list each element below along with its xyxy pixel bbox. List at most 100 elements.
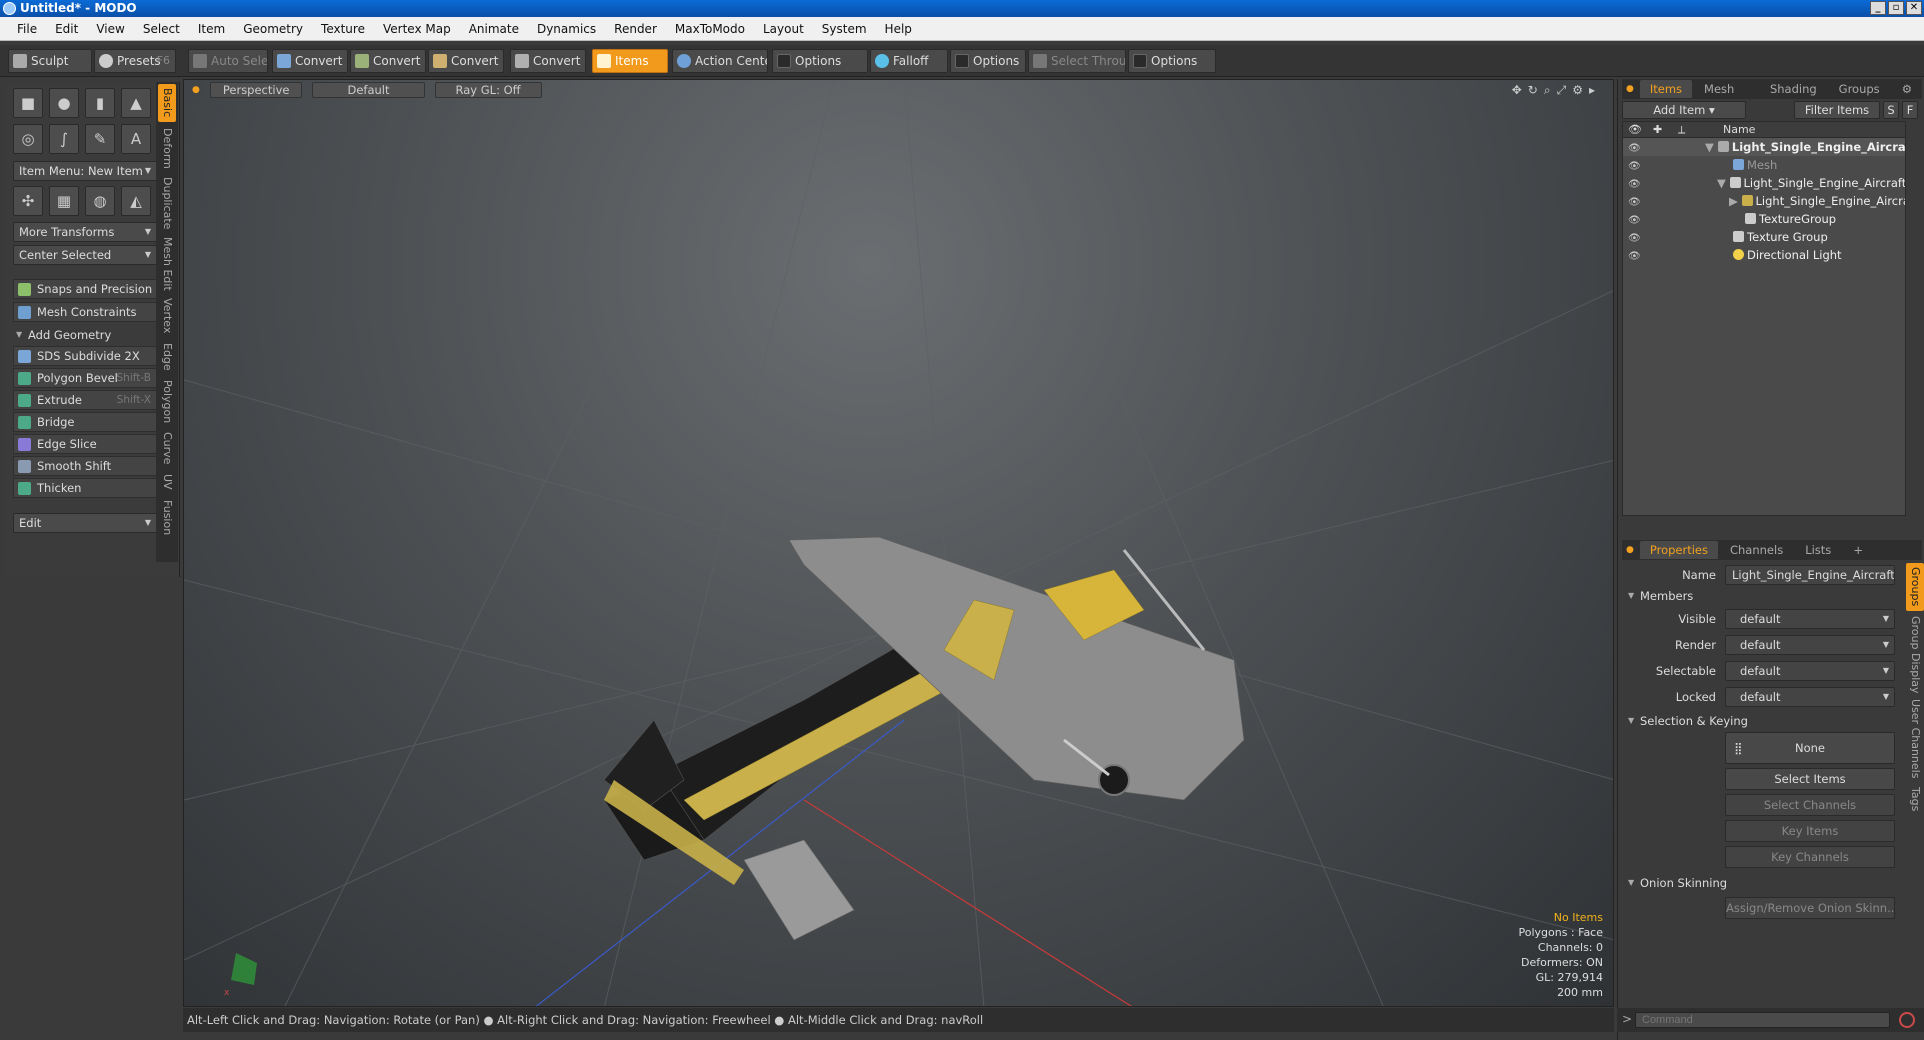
f-toggle-button[interactable]: F: [1902, 101, 1918, 119]
bridge-button[interactable]: Bridge: [13, 412, 157, 432]
menu-render[interactable]: Render: [605, 22, 666, 36]
eye-icon[interactable]: 👁: [1628, 248, 1641, 264]
menu-layout[interactable]: Layout: [754, 22, 813, 36]
menu-texture[interactable]: Texture: [312, 22, 374, 36]
tab-tags[interactable]: Tags: [1906, 783, 1924, 815]
eye-icon[interactable]: 👁: [1628, 230, 1641, 246]
chevron-right-icon[interactable]: ▸: [1589, 83, 1595, 98]
menu-select[interactable]: Select: [134, 22, 189, 36]
sphere-icon[interactable]: ●: [49, 88, 79, 118]
visible-select[interactable]: default: [1725, 609, 1895, 629]
menu-animate[interactable]: Animate: [460, 22, 528, 36]
eye-icon[interactable]: 👁: [1628, 158, 1641, 174]
item-row[interactable]: 👁 ▼ Light_Single_Engine_Aircraft_...: [1623, 174, 1905, 192]
name-field[interactable]: Light_Single_Engine_Aircraft_Ger: [1725, 565, 1895, 585]
perspective-button[interactable]: Perspective: [209, 82, 303, 98]
sds-subdivide-button[interactable]: SDS Subdivide 2X: [13, 346, 157, 366]
panel-menu-dot[interactable]: ●: [1622, 80, 1638, 98]
select-items-button[interactable]: Select Items: [1725, 768, 1895, 790]
action-center-button[interactable]: Action Center: [672, 49, 768, 73]
tab-mesh-edit[interactable]: Mesh Edit: [158, 236, 176, 292]
item-row[interactable]: 👁 Directional Light: [1623, 246, 1905, 264]
thicken-button[interactable]: Thicken: [13, 478, 157, 498]
menu-help[interactable]: Help: [876, 22, 921, 36]
item-row[interactable]: 👁 Texture Group: [1623, 228, 1905, 246]
tab-fusion[interactable]: Fusion: [158, 498, 176, 538]
menu-edit[interactable]: Edit: [46, 22, 87, 36]
tab-curve[interactable]: Curve: [158, 430, 176, 466]
raygl-button[interactable]: Ray GL: Off: [434, 82, 542, 98]
menu-dynamics[interactable]: Dynamics: [528, 22, 605, 36]
menu-maxtomodo[interactable]: MaxToModo: [666, 22, 754, 36]
item-row[interactable]: 👁 Mesh: [1623, 156, 1905, 174]
tab-basic[interactable]: Basic: [158, 84, 176, 122]
menu-vertex-map[interactable]: Vertex Map: [374, 22, 460, 36]
cone-icon[interactable]: ▲: [121, 88, 151, 118]
tab-items[interactable]: Items: [1639, 80, 1693, 98]
select-channels-button[interactable]: Select Channels: [1725, 794, 1895, 816]
edit-dropdown[interactable]: Edit: [13, 513, 157, 533]
collapse-arrow-icon[interactable]: ▼: [1717, 176, 1726, 190]
s-toggle-button[interactable]: S: [1883, 101, 1899, 119]
menu-item[interactable]: Item: [189, 22, 234, 36]
viewport-menu-dot[interactable]: ●: [192, 85, 200, 95]
tab-user-channels[interactable]: User Channels: [1906, 699, 1924, 779]
command-input[interactable]: [1635, 1012, 1890, 1028]
key-items-button[interactable]: Key Items: [1725, 820, 1895, 842]
item-menu-dropdown[interactable]: Item Menu: New Item: [13, 161, 157, 181]
eye-icon[interactable]: 👁: [1628, 212, 1641, 228]
locator-icon[interactable]: ✣: [13, 186, 43, 216]
auto-select-button[interactable]: Auto Select: [188, 49, 268, 73]
maximize-icon[interactable]: ⤢: [1557, 83, 1567, 98]
item-row[interactable]: 👁 ▶ Light_Single_Engine_Aircraf...: [1623, 192, 1905, 210]
key-channels-button[interactable]: Key Channels: [1725, 846, 1895, 868]
items-mode-button[interactable]: Items: [592, 49, 668, 73]
3d-viewport[interactable]: x ● Perspective Default Ray GL: Off ✥ ↻ …: [183, 79, 1614, 1007]
minimize-button[interactable]: _: [1870, 1, 1886, 15]
presets-button[interactable]: Presets F6: [94, 49, 176, 73]
options-button-2[interactable]: Options: [950, 49, 1026, 73]
gear-icon[interactable]: ⚙: [1572, 83, 1583, 98]
tab-side-groups[interactable]: Groups: [1906, 563, 1924, 611]
options-button-3[interactable]: Options: [1128, 49, 1216, 73]
selectable-select[interactable]: default: [1725, 661, 1895, 681]
smooth-shift-button[interactable]: Smooth Shift: [13, 456, 157, 476]
pen-icon[interactable]: ✎: [85, 124, 115, 154]
collapse-arrow-icon[interactable]: ▼: [1705, 140, 1714, 154]
select-through-button[interactable]: Select Through: [1028, 49, 1126, 73]
record-icon[interactable]: [1899, 1012, 1915, 1028]
shading-default-button[interactable]: Default: [312, 82, 425, 98]
eye-icon[interactable]: 👁: [1628, 140, 1641, 156]
locked-select[interactable]: default: [1725, 687, 1895, 707]
grid-icon[interactable]: ▦: [49, 186, 79, 216]
rotate-icon[interactable]: ↻: [1528, 83, 1538, 98]
tab-vertex[interactable]: Vertex: [158, 296, 176, 336]
tab-mesh[interactable]: Mesh ...: [1694, 80, 1758, 114]
members-section[interactable]: Members: [1628, 589, 1693, 603]
tab-duplicate[interactable]: Duplicate: [158, 174, 176, 232]
snaps-precision-button[interactable]: Snaps and Precision: [13, 279, 157, 299]
convert-button-3[interactable]: Convert: [428, 49, 504, 73]
selection-keying-section[interactable]: Selection & Keying: [1628, 714, 1748, 728]
add-item-button[interactable]: Add Item ▾: [1622, 101, 1746, 119]
tab-edge[interactable]: Edge: [158, 340, 176, 374]
tab-uv[interactable]: UV: [158, 470, 176, 494]
zoom-icon[interactable]: ⌕: [1544, 83, 1551, 98]
tab-group-display[interactable]: Group Display: [1906, 615, 1924, 695]
pan-icon[interactable]: ✥: [1512, 83, 1522, 98]
cylinder-icon[interactable]: ▮: [85, 88, 115, 118]
eye-icon[interactable]: 👁: [1628, 176, 1641, 192]
tab-shading[interactable]: Shading: [1760, 80, 1827, 98]
assign-onion-button[interactable]: Assign/Remove Onion Skinn...: [1725, 897, 1895, 919]
eye-icon[interactable]: 👁: [1628, 194, 1641, 210]
polygon-bevel-button[interactable]: Polygon Bevel Shift-B: [13, 368, 157, 388]
menu-file[interactable]: File: [8, 22, 46, 36]
edge-slice-button[interactable]: Edge Slice: [13, 434, 157, 454]
name-column-header[interactable]: Name: [1723, 122, 1755, 138]
more-transforms-dropdown[interactable]: More Transforms: [13, 222, 157, 242]
curve-icon[interactable]: ∫: [49, 124, 79, 154]
convert-button-4[interactable]: Convert: [510, 49, 586, 73]
panel-options-icon[interactable]: ⚙: [1892, 80, 1922, 98]
text-icon[interactable]: A: [121, 124, 151, 154]
item-row[interactable]: 👁 ▼ Light_Single_Engine_Aircra ...: [1623, 138, 1905, 156]
